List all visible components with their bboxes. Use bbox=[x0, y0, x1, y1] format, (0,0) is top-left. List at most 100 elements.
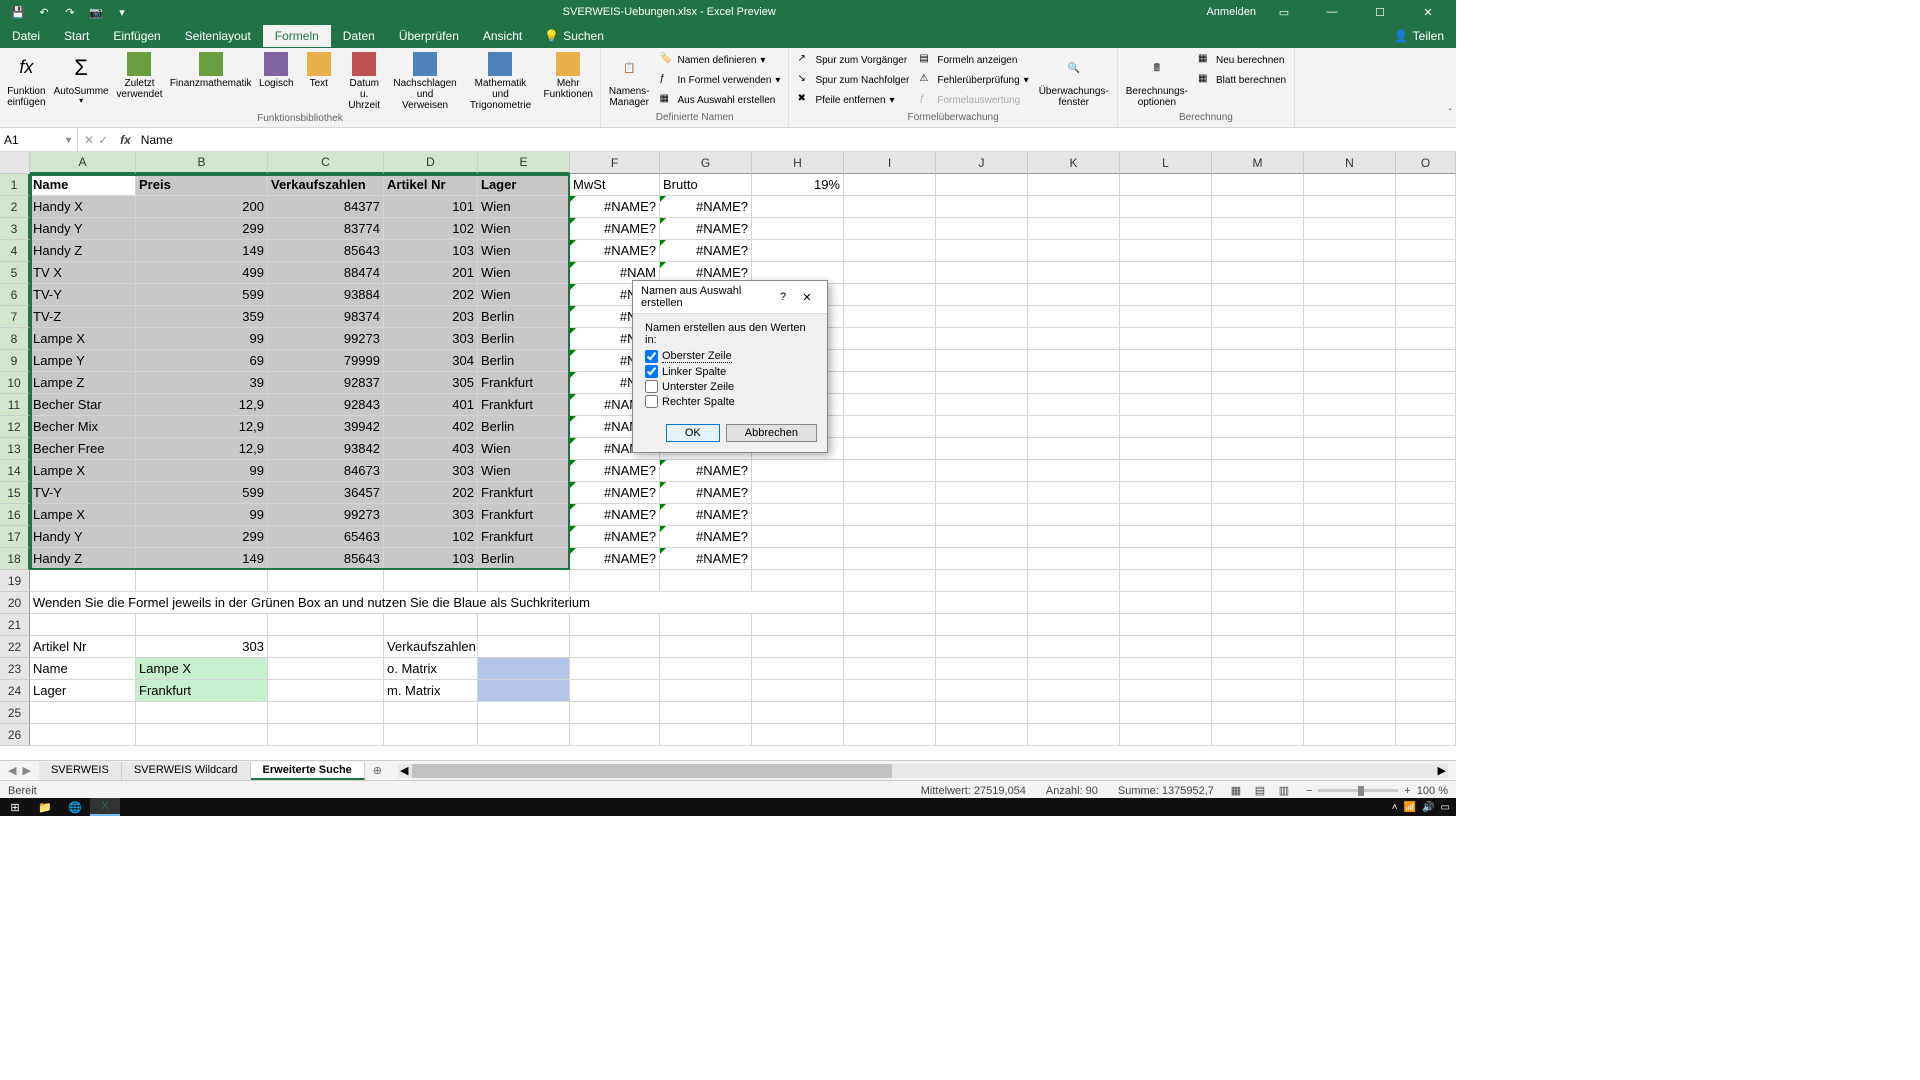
cell[interactable] bbox=[570, 636, 660, 658]
col-header-M[interactable]: M bbox=[1212, 152, 1304, 174]
cell[interactable] bbox=[478, 724, 570, 746]
cell[interactable]: #NAME? bbox=[660, 218, 752, 240]
cell[interactable]: 36457 bbox=[268, 482, 384, 504]
cell[interactable]: TV-Y bbox=[30, 284, 136, 306]
cell[interactable]: #NAME? bbox=[660, 526, 752, 548]
left-col-checkbox[interactable]: Linker Spalte bbox=[645, 365, 815, 378]
cell[interactable] bbox=[1304, 262, 1396, 284]
cell[interactable] bbox=[844, 196, 936, 218]
cell[interactable]: #NAME? bbox=[570, 218, 660, 240]
cell[interactable] bbox=[1212, 196, 1304, 218]
cell[interactable]: 88474 bbox=[268, 262, 384, 284]
cell[interactable] bbox=[752, 482, 844, 504]
cell[interactable]: 200 bbox=[136, 196, 268, 218]
cell[interactable] bbox=[1304, 548, 1396, 570]
col-header-F[interactable]: F bbox=[570, 152, 660, 174]
trace-precedents-button[interactable]: ↗Spur zum Vorgänger bbox=[793, 50, 913, 70]
cell[interactable]: 19% bbox=[752, 174, 844, 196]
cell[interactable] bbox=[1396, 482, 1456, 504]
cell[interactable] bbox=[1396, 350, 1456, 372]
ribbon-display-icon[interactable]: ▭ bbox=[1264, 0, 1304, 24]
cell[interactable] bbox=[384, 724, 478, 746]
cell[interactable]: Berlin bbox=[478, 416, 570, 438]
col-header-D[interactable]: D bbox=[384, 152, 478, 174]
enter-formula-icon[interactable]: ✓ bbox=[98, 133, 108, 147]
sheet-nav-prev-icon[interactable]: ◀ bbox=[8, 764, 16, 777]
cell[interactable] bbox=[936, 394, 1028, 416]
cell[interactable]: 99 bbox=[136, 328, 268, 350]
cell[interactable] bbox=[1396, 592, 1456, 614]
cell[interactable] bbox=[1120, 328, 1212, 350]
cell[interactable]: 39942 bbox=[268, 416, 384, 438]
explorer-icon[interactable]: 📁 bbox=[30, 798, 60, 816]
cell[interactable]: 202 bbox=[384, 482, 478, 504]
cell[interactable] bbox=[1028, 306, 1120, 328]
cell[interactable] bbox=[1396, 504, 1456, 526]
datetime-button[interactable]: Datum u. Uhrzeit bbox=[341, 50, 388, 113]
cell[interactable] bbox=[936, 504, 1028, 526]
horizontal-scrollbar[interactable]: ◀ ▶ bbox=[398, 764, 1448, 778]
cell[interactable]: Lager bbox=[30, 680, 136, 702]
cell[interactable] bbox=[936, 174, 1028, 196]
cell[interactable] bbox=[1396, 548, 1456, 570]
cell[interactable] bbox=[752, 460, 844, 482]
cell[interactable] bbox=[1028, 438, 1120, 460]
cell[interactable] bbox=[1120, 394, 1212, 416]
cell[interactable] bbox=[936, 636, 1028, 658]
cell[interactable] bbox=[1120, 548, 1212, 570]
cell[interactable] bbox=[1304, 614, 1396, 636]
cell[interactable]: #NAME? bbox=[660, 504, 752, 526]
cell[interactable] bbox=[1212, 328, 1304, 350]
cell[interactable]: Verkaufszahlen bbox=[384, 636, 478, 658]
cell[interactable] bbox=[1396, 196, 1456, 218]
cell[interactable] bbox=[844, 174, 936, 196]
cell[interactable] bbox=[570, 702, 660, 724]
tab-start[interactable]: Start bbox=[52, 25, 101, 47]
cell[interactable] bbox=[1120, 592, 1212, 614]
cell[interactable] bbox=[30, 570, 136, 592]
cell[interactable]: 149 bbox=[136, 548, 268, 570]
cell[interactable]: #NAME? bbox=[660, 482, 752, 504]
cell[interactable]: Lampe X bbox=[30, 460, 136, 482]
cell[interactable] bbox=[936, 350, 1028, 372]
row-header-4[interactable]: 4 bbox=[0, 240, 30, 262]
cell[interactable] bbox=[844, 614, 936, 636]
cell[interactable] bbox=[1120, 416, 1212, 438]
cell[interactable] bbox=[752, 614, 844, 636]
cell[interactable] bbox=[1028, 702, 1120, 724]
cell[interactable] bbox=[752, 504, 844, 526]
cell[interactable]: 92843 bbox=[268, 394, 384, 416]
cell[interactable] bbox=[1028, 372, 1120, 394]
cell[interactable]: Handy Y bbox=[30, 526, 136, 548]
cell[interactable] bbox=[1120, 702, 1212, 724]
cell[interactable]: 103 bbox=[384, 240, 478, 262]
sheet-tab-0[interactable]: SVERWEIS bbox=[39, 762, 122, 780]
trace-dependents-button[interactable]: ↘Spur zum Nachfolger bbox=[793, 70, 913, 90]
cell[interactable]: 79999 bbox=[268, 350, 384, 372]
row-header-1[interactable]: 1 bbox=[0, 174, 30, 196]
cell[interactable] bbox=[1304, 570, 1396, 592]
minimize-icon[interactable]: — bbox=[1312, 0, 1352, 24]
cell[interactable]: 85643 bbox=[268, 548, 384, 570]
cell[interactable] bbox=[936, 592, 1028, 614]
cell[interactable] bbox=[136, 614, 268, 636]
cancel-button[interactable]: Abbrechen bbox=[726, 424, 817, 442]
cell[interactable]: Name bbox=[30, 174, 136, 196]
cell[interactable]: 83774 bbox=[268, 218, 384, 240]
collapse-ribbon-icon[interactable]: ˇ bbox=[1449, 108, 1452, 119]
cell[interactable] bbox=[268, 636, 384, 658]
cell[interactable] bbox=[30, 614, 136, 636]
cell[interactable] bbox=[1304, 196, 1396, 218]
cell[interactable]: 92837 bbox=[268, 372, 384, 394]
cell[interactable] bbox=[844, 262, 936, 284]
cell[interactable] bbox=[1304, 658, 1396, 680]
zoom-level[interactable]: 100 % bbox=[1417, 785, 1448, 797]
ok-button[interactable]: OK bbox=[666, 424, 720, 442]
cell[interactable] bbox=[1304, 372, 1396, 394]
define-name-button[interactable]: 🏷️Namen definieren ▾ bbox=[655, 50, 784, 70]
cell[interactable] bbox=[30, 724, 136, 746]
cell[interactable] bbox=[1396, 328, 1456, 350]
cell[interactable] bbox=[1028, 592, 1120, 614]
redo-icon[interactable]: ↷ bbox=[60, 2, 80, 22]
share-button[interactable]: 👤 Teilen bbox=[1382, 25, 1456, 47]
